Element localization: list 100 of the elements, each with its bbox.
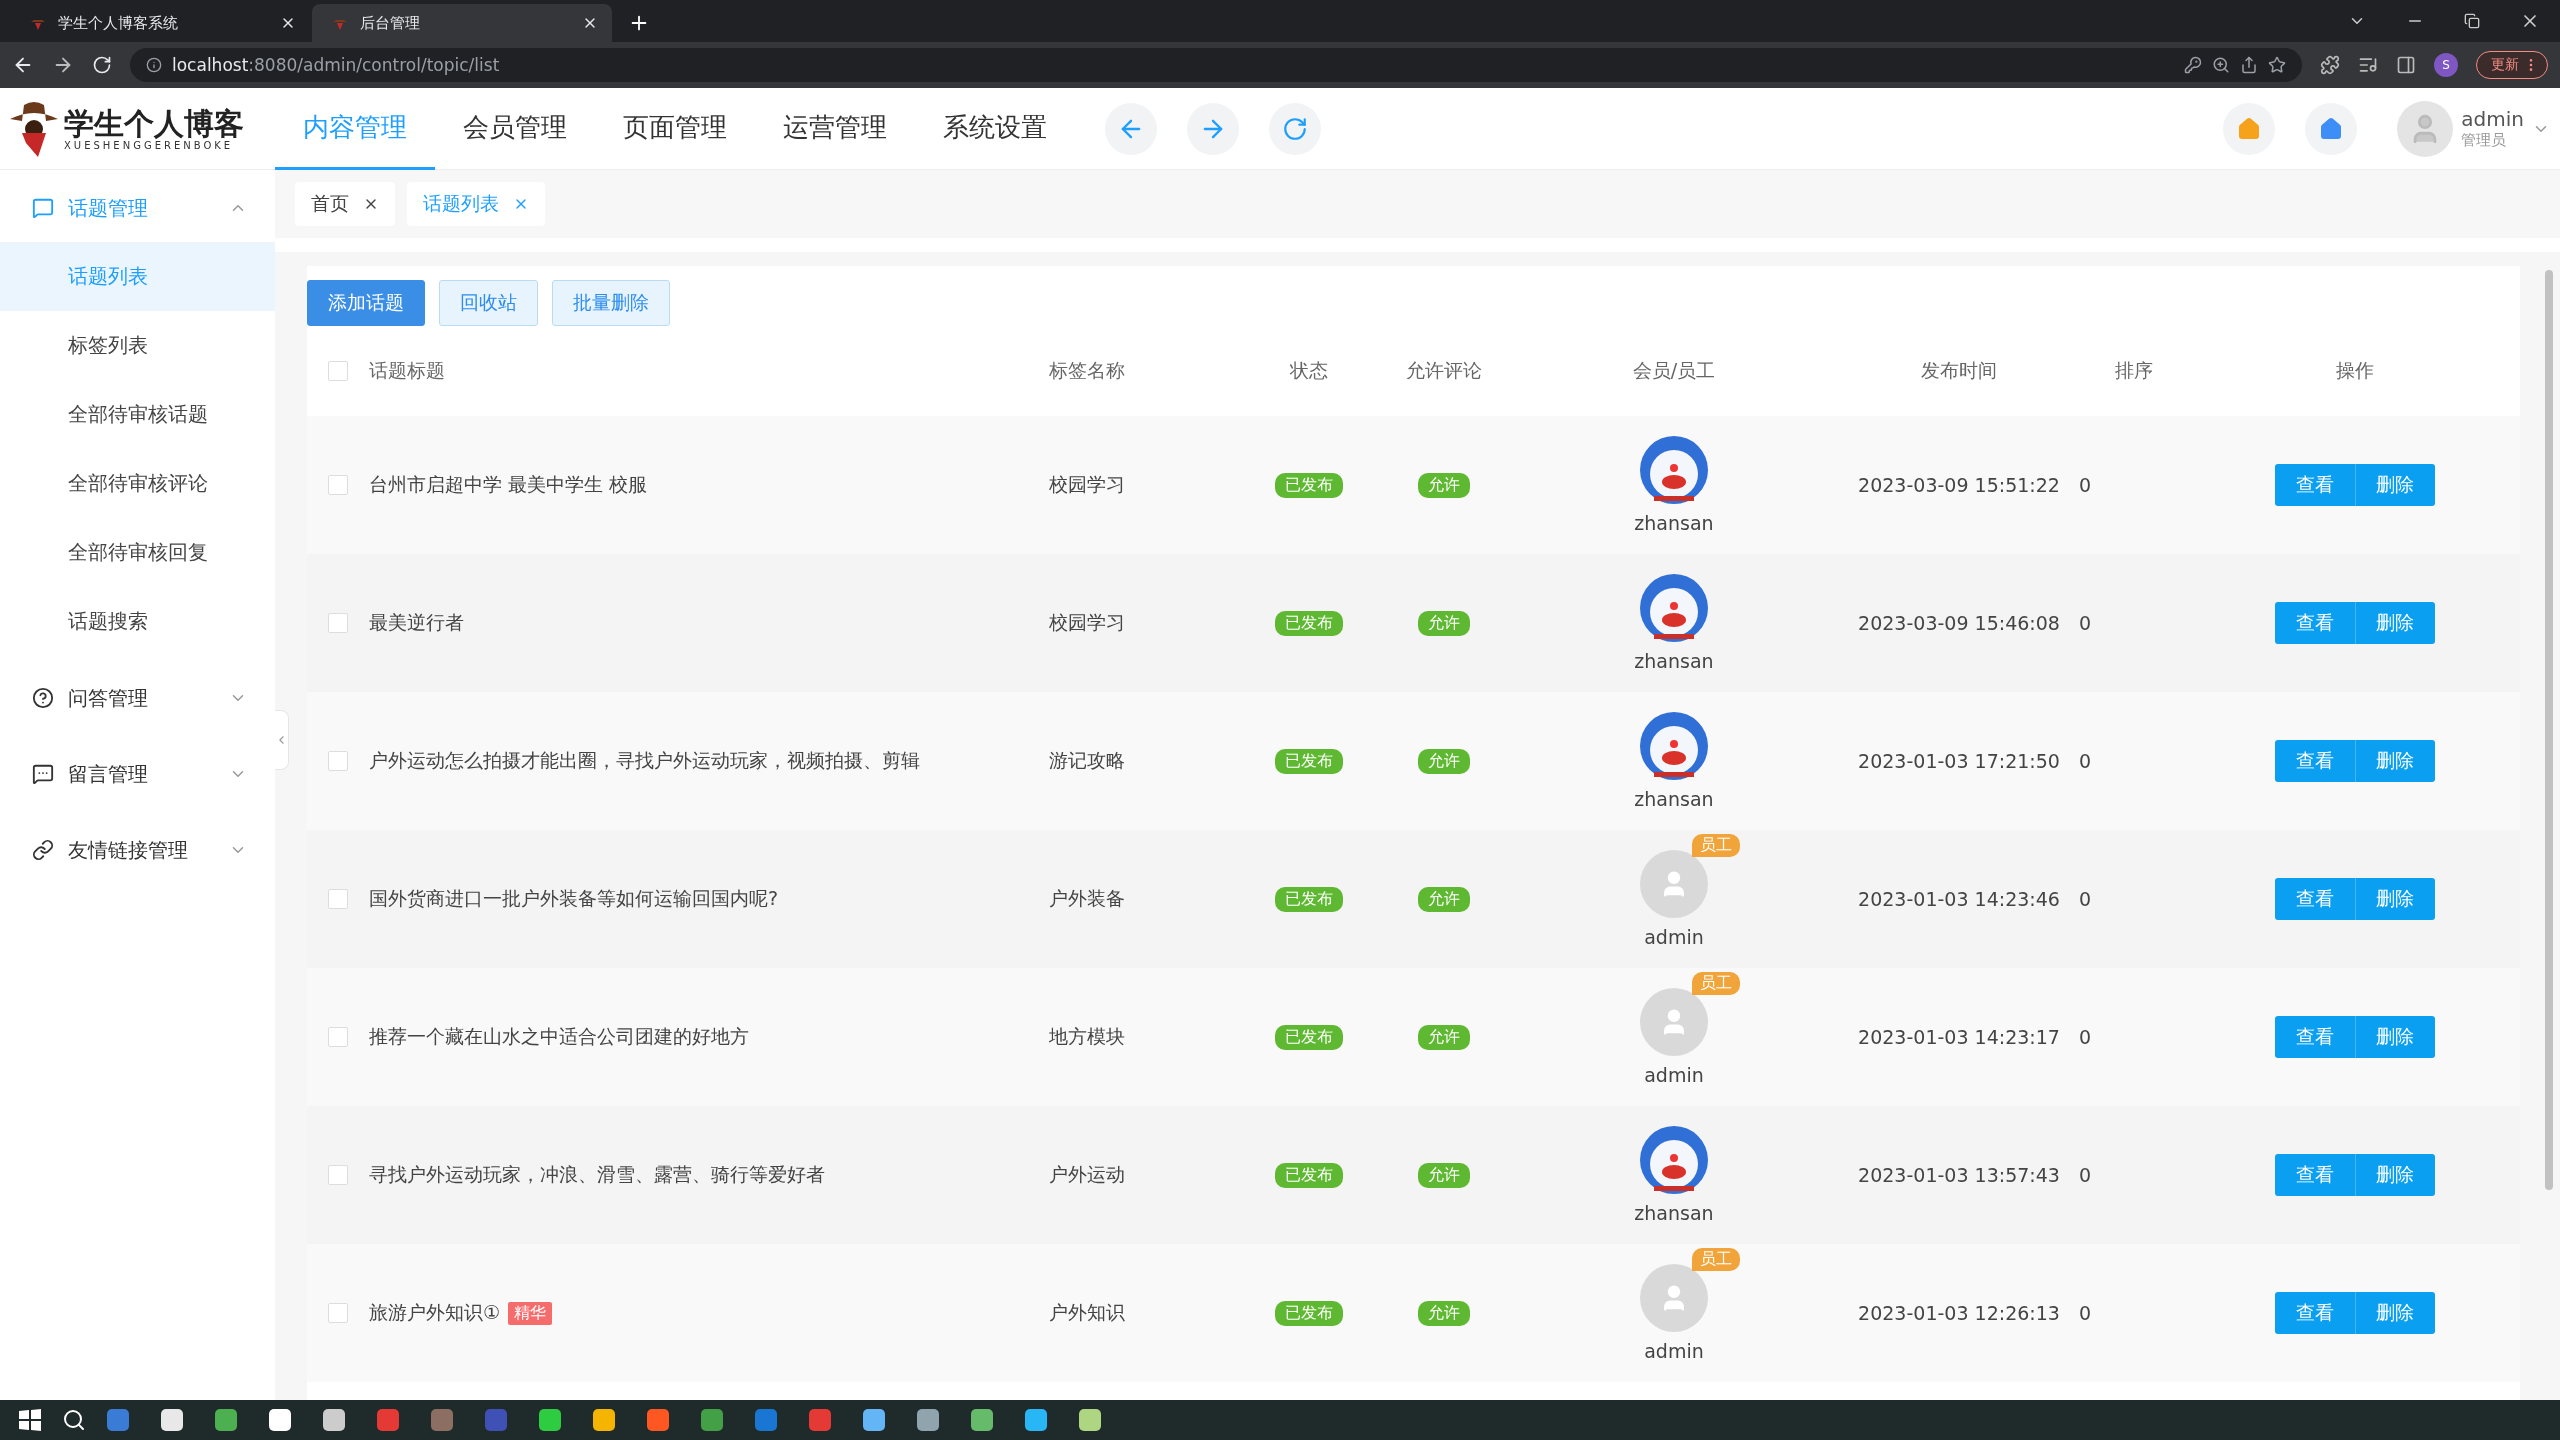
- action-button[interactable]: 删除: [2354, 1016, 2435, 1058]
- toolbar-button[interactable]: 批量删除: [552, 280, 670, 326]
- publish-time: 2023-03-09 15:46:08: [1857, 612, 2061, 634]
- member-name: zhansan: [1634, 788, 1714, 810]
- action-button[interactable]: 查看: [2274, 878, 2355, 920]
- menu-item[interactable]: 全部待审核话题: [0, 380, 275, 449]
- member-name: admin: [1644, 1340, 1704, 1362]
- column-header: 发布时间: [1920, 358, 1998, 383]
- status-tag: 已发布: [1275, 610, 1343, 636]
- action-button[interactable]: 查看: [2274, 1016, 2355, 1058]
- logo-subtitle: XUESHENGGERENBOKE: [64, 139, 235, 151]
- action-button[interactable]: 删除: [2354, 740, 2435, 782]
- status-tag: 已发布: [1275, 748, 1343, 774]
- action-button[interactable]: 删除: [2354, 1292, 2435, 1334]
- nav-tab[interactable]: 系统设置: [915, 87, 1075, 170]
- column-header: 操作: [2334, 358, 2375, 383]
- sort-order: 0: [2079, 750, 2093, 772]
- publish-time: 2023-01-03 14:23:46: [1857, 888, 2061, 910]
- action-button[interactable]: 查看: [2274, 464, 2355, 506]
- staff-badge: 员工: [1692, 1248, 1740, 1271]
- nav-tab[interactable]: 运营管理: [755, 87, 915, 170]
- tag-name: 户外运动: [1049, 1162, 1126, 1187]
- column-header: 状态: [1289, 358, 1329, 383]
- comment-tag: 允许: [1418, 1162, 1470, 1188]
- action-button[interactable]: 查看: [2274, 1154, 2355, 1196]
- sort-order: 0: [2079, 474, 2093, 496]
- publish-time: 2023-01-03 17:21:50: [1857, 750, 2061, 772]
- comment-tag: 允许: [1418, 886, 1470, 912]
- comment-tag: 允许: [1418, 610, 1470, 636]
- status-tag: 已发布: [1275, 1024, 1343, 1050]
- menu-group[interactable]: 问答管理: [0, 664, 275, 732]
- publish-time: 2023-01-03 13:57:43: [1857, 1164, 2061, 1186]
- action-button[interactable]: 查看: [2274, 602, 2355, 644]
- sort-order: 0: [2079, 888, 2093, 910]
- menu-item[interactable]: 话题列表: [0, 242, 275, 311]
- user-name: admin: [2461, 107, 2524, 131]
- comment-tag: 允许: [1418, 1300, 1470, 1326]
- staff-badge: 员工: [1692, 972, 1740, 995]
- topic-title: 旅游户外知识①: [369, 1300, 501, 1325]
- address-bar[interactable]: localhost:8080/admin/control/topic/list: [130, 48, 2302, 82]
- publish-time: 2023-01-03 14:23:17: [1857, 1026, 2061, 1048]
- status-tag: 已发布: [1275, 472, 1343, 498]
- menu-item[interactable]: 全部待审核评论: [0, 449, 275, 518]
- action-button[interactable]: 查看: [2274, 1292, 2355, 1334]
- member-name: zhansan: [1634, 650, 1714, 672]
- status-tag: 已发布: [1275, 1300, 1343, 1326]
- topic-title: 推荐一个藏在山水之中适合公司团建的好地方: [369, 1024, 749, 1049]
- tag-name: 户外装备: [1049, 886, 1126, 911]
- toolbar-button[interactable]: 回收站: [439, 280, 538, 326]
- action-button[interactable]: 查看: [2274, 740, 2355, 782]
- page-tab[interactable]: 话题列表: [407, 182, 545, 226]
- action-button[interactable]: 删除: [2354, 878, 2435, 920]
- tag-name: 地方模块: [1049, 1024, 1126, 1049]
- user-role: 管理员: [2461, 131, 2508, 150]
- menu-item[interactable]: 标签列表: [0, 311, 275, 380]
- profile-avatar[interactable]: S: [2434, 53, 2458, 77]
- topic-title: 国外货商进口一批户外装备等如何运输回国内呢?: [369, 886, 779, 911]
- topic-title: 寻找户外运动玩家，冲浪、滑雪、露营、骑行等爱好者: [369, 1162, 825, 1187]
- member-name: zhansan: [1634, 1202, 1714, 1224]
- column-header: 排序: [2114, 358, 2154, 383]
- browser-tab[interactable]: 学生个人博客系统: [10, 4, 310, 42]
- topic-title: 台州市启超中学 最美中学生 校服: [369, 472, 648, 497]
- toolbar-button[interactable]: 添加话题: [307, 280, 425, 326]
- action-button[interactable]: 删除: [2354, 1154, 2435, 1196]
- menu-group[interactable]: 话题管理: [0, 174, 275, 242]
- tag-name: 校园学习: [1049, 472, 1126, 497]
- featured-tag: 精华: [508, 1301, 553, 1325]
- logo-title: 学生个人博客: [64, 106, 244, 140]
- comment-tag: 允许: [1418, 1024, 1470, 1050]
- column-header: 标签名称: [1049, 358, 1126, 383]
- publish-time: 2023-01-03 12:26:13: [1857, 1302, 2061, 1324]
- member-name: admin: [1644, 926, 1704, 948]
- comment-tag: 允许: [1418, 472, 1470, 498]
- menu-item[interactable]: 话题搜索: [0, 587, 275, 656]
- menu-item[interactable]: 全部待审核回复: [0, 518, 275, 587]
- staff-badge: 员工: [1692, 834, 1740, 857]
- member-name: zhansan: [1634, 512, 1714, 534]
- action-button[interactable]: 删除: [2354, 464, 2435, 506]
- tag-name: 校园学习: [1049, 610, 1126, 635]
- status-tag: 已发布: [1275, 1162, 1343, 1188]
- menu-group[interactable]: 友情链接管理: [0, 816, 275, 884]
- nav-tab[interactable]: 会员管理: [435, 87, 595, 170]
- publish-time: 2023-03-09 15:51:22: [1857, 474, 2061, 496]
- column-header: 允许评论: [1405, 358, 1483, 383]
- sort-order: 0: [2079, 612, 2093, 634]
- status-tag: 已发布: [1275, 886, 1343, 912]
- browser-tab[interactable]: 后台管理: [312, 4, 612, 42]
- action-button[interactable]: 删除: [2354, 602, 2435, 644]
- tag-name: 户外知识: [1049, 1300, 1126, 1325]
- sort-order: 0: [2079, 1164, 2093, 1186]
- nav-tab[interactable]: 页面管理: [595, 87, 755, 170]
- sort-order: 0: [2079, 1026, 2093, 1048]
- update-button[interactable]: 更新: [2476, 51, 2548, 79]
- page-tab[interactable]: 首页: [295, 182, 395, 226]
- menu-group[interactable]: 留言管理: [0, 740, 275, 808]
- topic-title: 最美逆行者: [369, 610, 464, 635]
- member-name: admin: [1644, 1064, 1704, 1086]
- topic-title: 户外运动怎么拍摄才能出圈，寻找户外运动玩家，视频拍摄、剪辑: [369, 748, 920, 773]
- column-header: 会员/员工: [1631, 358, 1717, 383]
- comment-tag: 允许: [1418, 748, 1470, 774]
